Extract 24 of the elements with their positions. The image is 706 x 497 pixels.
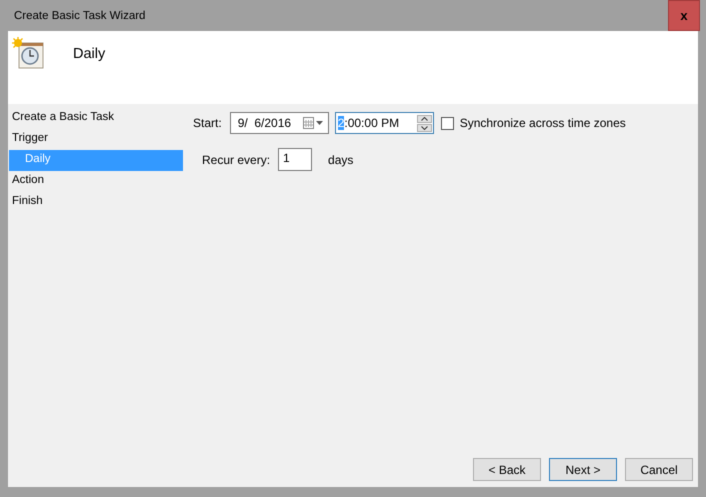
- spin-up-button[interactable]: [416, 114, 432, 122]
- caret-up-icon: [420, 116, 428, 120]
- sync-label: Synchronize across time zones: [460, 116, 626, 130]
- start-label: Start:: [193, 116, 222, 130]
- wizard-step[interactable]: Create a Basic Task: [8, 108, 183, 129]
- wizard-step[interactable]: Action: [8, 171, 183, 192]
- page-heading: Daily: [73, 46, 106, 62]
- days-label: days: [328, 152, 354, 166]
- wizard-button[interactable]: Cancel: [625, 458, 693, 481]
- recur-input[interactable]: 1: [278, 148, 312, 171]
- wizard-button[interactable]: Next >: [549, 458, 617, 481]
- calendar-clock-icon: [12, 37, 46, 71]
- recur-label: Recur every:: [202, 152, 270, 166]
- close-button[interactable]: x: [668, 0, 700, 31]
- wizard-step[interactable]: Finish: [8, 192, 183, 213]
- calendar-dropdown-icon[interactable]: [302, 117, 325, 129]
- spin-down-button[interactable]: [416, 124, 432, 132]
- window-title: Create Basic Task Wizard: [13, 10, 146, 22]
- sync-checkbox[interactable]: [440, 116, 454, 130]
- time-picker[interactable]: 2:00:00 PM: [334, 112, 434, 134]
- date-picker[interactable]: 9/ 6/2016: [230, 112, 329, 134]
- wizard-step[interactable]: Trigger: [8, 129, 183, 150]
- wizard-button[interactable]: < Back: [473, 458, 541, 481]
- caret-down-icon: [420, 126, 428, 130]
